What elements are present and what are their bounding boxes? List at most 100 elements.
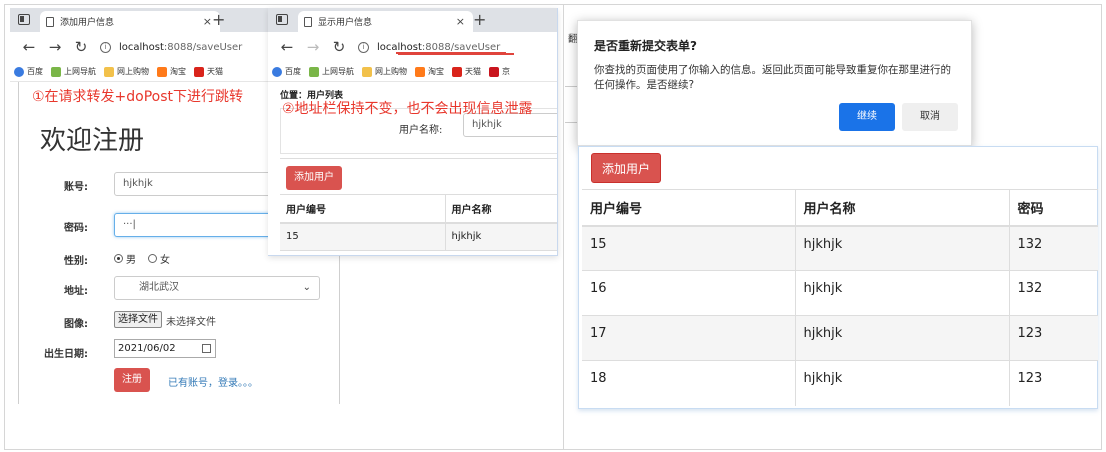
- taobao-icon: [415, 66, 425, 77]
- jd-icon: [489, 66, 499, 77]
- table-cell: 15: [582, 225, 796, 271]
- bookmark-item[interactable]: 淘宝: [157, 66, 186, 77]
- table-cell: hjkhjk: [795, 360, 1010, 406]
- address-bar: ← → ↻ i localhost:8088/saveUser: [268, 32, 557, 62]
- table-cell: hjkhjk: [795, 270, 1010, 316]
- table-cell: 17: [582, 315, 796, 361]
- navigation-icon: [51, 66, 61, 77]
- bookmark-item[interactable]: 淘宝: [415, 66, 444, 77]
- gender-label: 性别:: [64, 256, 88, 267]
- url-path: :8088/saveUser: [421, 41, 501, 53]
- reload-icon[interactable]: ↻: [332, 38, 346, 56]
- add-user-button[interactable]: 添加用户: [591, 153, 661, 183]
- bookmark-item[interactable]: 上网导航: [309, 66, 354, 77]
- bookmark-item[interactable]: 天猫: [194, 66, 223, 77]
- column-header: 用户名称: [795, 189, 1010, 227]
- tmall-icon: [452, 66, 462, 77]
- table-cell: 132: [1009, 270, 1098, 316]
- table-row: 17 hjkhjk 123: [582, 315, 1098, 361]
- radio-unchecked-icon: [148, 254, 157, 263]
- column-header: 用户编号: [582, 189, 796, 227]
- bookmark-item[interactable]: 网上购物: [362, 66, 407, 77]
- choose-file-button[interactable]: 选择文件: [114, 311, 162, 328]
- cancel-button[interactable]: 取消: [902, 103, 958, 131]
- bookmark-item[interactable]: 天猫: [452, 66, 481, 77]
- window-menu-icon[interactable]: [18, 14, 30, 25]
- bookmark-item[interactable]: 网上购物: [104, 66, 149, 77]
- resubmit-dialog: 是否重新提交表单? 你查找的页面使用了你输入的信息。返回此页面可能导致重复你在那…: [577, 20, 972, 146]
- table-cell: 123: [1009, 315, 1098, 361]
- table-header-row: 用户编号 用户名称 密码: [582, 189, 1098, 227]
- close-tab-icon[interactable]: ×: [456, 15, 465, 28]
- page-icon: [46, 16, 54, 27]
- info-icon[interactable]: i: [358, 41, 369, 53]
- baidu-icon: [272, 66, 282, 77]
- image-label: 图像:: [64, 319, 88, 330]
- continue-button[interactable]: 继续: [839, 103, 895, 131]
- url-underline-2: [398, 53, 514, 55]
- bookmark-item[interactable]: 京: [489, 66, 510, 77]
- table-row: 15 hjkhjk 132: [582, 225, 1098, 271]
- bookmark-item[interactable]: 百度: [272, 66, 301, 77]
- table-cell: 15: [280, 222, 446, 251]
- file-status: 未选择文件: [166, 317, 216, 328]
- close-tab-icon[interactable]: ×: [203, 15, 212, 28]
- search-label: 用户名称:: [399, 125, 443, 136]
- table-cell: hjkhjk: [445, 222, 557, 251]
- password-label: 密码:: [64, 223, 88, 234]
- bookmark-item[interactable]: 上网导航: [51, 66, 96, 77]
- annotation-forward: ①在请求转发+doPost下进行跳转: [32, 89, 244, 105]
- annotation-address-unchanged: ②地址栏保持不变，也不会出现信息泄露: [282, 101, 533, 117]
- table-row: 15 hjkhjk: [280, 222, 557, 251]
- forward-icon[interactable]: →: [306, 38, 320, 56]
- account-label: 账号:: [64, 182, 88, 193]
- column-header: 密码: [1009, 189, 1098, 227]
- calendar-icon[interactable]: [202, 344, 211, 353]
- panel-divider: [563, 4, 564, 450]
- gender-male-radio[interactable]: 男: [114, 251, 136, 266]
- register-button[interactable]: 注册: [114, 368, 150, 392]
- folder-icon: [104, 66, 114, 77]
- birth-date-value: 2021/06/02: [118, 343, 176, 354]
- background-divider: [565, 122, 577, 123]
- user-table: 用户编号 用户名称 密码 15 hjkhjk 132 16 hjkhjk 132…: [582, 189, 1098, 406]
- add-user-button[interactable]: 添加用户: [286, 166, 342, 190]
- url-path: :8088/saveUser: [163, 41, 243, 53]
- bookmark-item[interactable]: 百度: [14, 66, 43, 77]
- info-icon[interactable]: i: [100, 41, 111, 53]
- navigation-icon: [309, 66, 319, 77]
- tab-add-user[interactable]: 添加用户信息 ×: [40, 11, 220, 32]
- back-icon[interactable]: ←: [22, 38, 36, 56]
- folder-icon: [362, 66, 372, 77]
- new-tab-icon[interactable]: +: [473, 10, 486, 29]
- tab-show-user[interactable]: 显示用户信息 ×: [298, 11, 473, 32]
- tab-title: 显示用户信息: [318, 18, 373, 28]
- dialog-title: 是否重新提交表单?: [594, 39, 697, 53]
- table-cell: 16: [582, 270, 796, 316]
- chevron-down-icon: ⌄: [302, 282, 311, 293]
- back-icon[interactable]: ←: [280, 38, 294, 56]
- column-header: 用户编号: [280, 194, 446, 224]
- birth-date-input[interactable]: 2021/06/02: [114, 339, 216, 358]
- address-select[interactable]: 湖北武汉 ⌄: [114, 276, 320, 300]
- login-link[interactable]: 已有账号，登录。。。: [168, 374, 258, 389]
- address-label: 地址:: [64, 286, 88, 297]
- window-menu-icon[interactable]: [276, 14, 288, 25]
- table-cell: hjkhjk: [795, 225, 1010, 271]
- forward-icon[interactable]: →: [48, 38, 62, 56]
- page-border-left: [18, 82, 19, 404]
- birth-label: 出生日期:: [44, 349, 88, 360]
- dialog-message: 你查找的页面使用了你输入的信息。返回此页面可能导致重复你在那里进行的任何操作。是…: [594, 64, 951, 91]
- page-title: 欢迎注册: [40, 126, 145, 156]
- new-tab-icon[interactable]: +: [212, 10, 225, 29]
- baidu-icon: [14, 66, 24, 77]
- divider: [280, 158, 557, 159]
- url-host: localhost: [119, 41, 164, 53]
- browser-window-user-list: 显示用户信息 × + ← → ↻ i localhost:8088/saveUs…: [268, 8, 558, 256]
- url-field[interactable]: i localhost:8088/saveUser: [100, 36, 242, 58]
- reload-icon[interactable]: ↻: [74, 38, 88, 56]
- gender-female-radio[interactable]: 女: [148, 251, 170, 266]
- radio-checked-icon: [114, 254, 123, 263]
- user-table: 用户编号 用户名称 15 hjkhjk: [280, 194, 557, 251]
- page-border-right: [339, 256, 340, 404]
